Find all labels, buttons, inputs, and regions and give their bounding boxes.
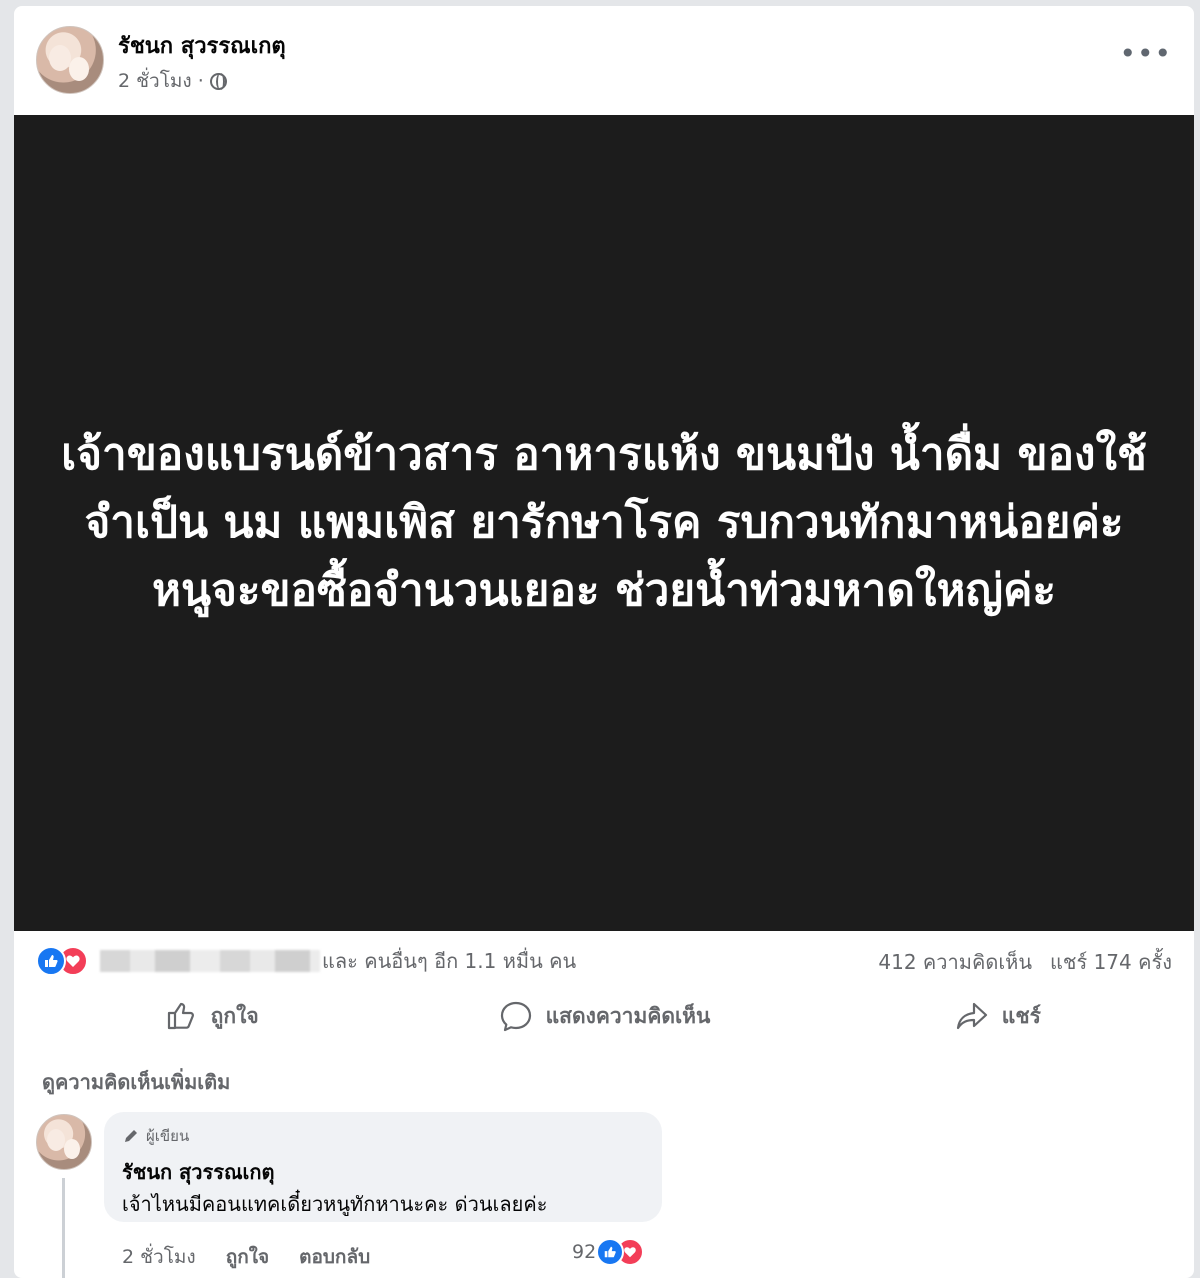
like-reaction-icon	[596, 1238, 625, 1266]
avatar-face	[49, 45, 71, 71]
comment-thread-line	[62, 1178, 65, 1278]
more-options-button[interactable]: •••	[1119, 40, 1172, 68]
author-badge-label: ผู้เขียน	[146, 1127, 190, 1145]
share-label: แชร์	[1001, 1003, 1041, 1028]
reaction-others-text: และ คนอื่นๆ อีก 1.1 หมื่น คน	[322, 949, 577, 973]
comment-reply-button[interactable]: ตอบกลับ	[299, 1242, 370, 1272]
comment-reactions[interactable]: 92	[572, 1238, 645, 1266]
commenter-avatar[interactable]	[36, 1114, 92, 1170]
post-header: รัชนก สุวรรณเกตุ 2 ชั่วโมง · •••	[14, 6, 1194, 114]
post-time[interactable]: 2 ชั่วโมง	[118, 66, 192, 96]
avatar-face	[69, 57, 89, 81]
comment-button[interactable]: แสดงความคิดเห็น	[407, 990, 800, 1042]
meta-separator: ·	[197, 70, 204, 92]
comment-text: เจ้าไหนมีคอนแทคเดี๋ยวหนูทักหานะคะ ด่วนเล…	[122, 1192, 548, 1216]
comment-time[interactable]: 2 ชั่วโมง	[122, 1242, 196, 1272]
comment-reaction-count: 92	[572, 1241, 597, 1263]
avatar-face	[47, 1129, 65, 1151]
post-card: รัชนก สุวรรณเกตุ 2 ชั่วโมง · ••• เจ้าของ…	[14, 6, 1194, 1278]
view-more-comments-link[interactable]: ดูความคิดเห็นเพิ่มเติม	[42, 1066, 230, 1098]
author-badge: ผู้เขียน	[122, 1124, 189, 1148]
comment-count[interactable]: 412 ความคิดเห็น	[878, 946, 1032, 978]
comment-actions: 2 ชั่วโมง ถูกใจ ตอบกลับ	[122, 1242, 370, 1272]
like-reaction-icon	[36, 946, 66, 976]
thumbs-up-icon	[167, 1002, 194, 1030]
comment-author[interactable]: รัชนก สุวรรณเกตุ	[122, 1156, 274, 1188]
like-label: ถูกใจ	[210, 1003, 259, 1028]
avatar-face	[64, 1139, 80, 1159]
post-text-image[interactable]: เจ้าของแบรนด์ข้าวสาร อาหารแห้ง ขนมปัง น้…	[14, 115, 1194, 931]
comment-bubble-icon	[500, 1001, 531, 1032]
share-button[interactable]: แชร์	[801, 990, 1194, 1042]
share-arrow-icon	[956, 1002, 987, 1030]
comment-like-button[interactable]: ถูกใจ	[226, 1242, 269, 1272]
globe-icon	[209, 72, 227, 90]
comment-bubble: ผู้เขียน รัชนก สุวรรณเกตุ เจ้าไหนมีคอนแท…	[104, 1112, 662, 1222]
share-count[interactable]: แชร์ 174 ครั้ง	[1050, 946, 1172, 978]
comment-label: แสดงความคิดเห็น	[545, 1003, 711, 1028]
action-bar: ถูกใจ แสดงความคิดเห็น แชร์	[14, 990, 1194, 1042]
post-image-text: เจ้าของแบรนด์ข้าวสาร อาหารแห้ง ขนมปัง น้…	[61, 429, 1147, 616]
blurred-names	[100, 950, 320, 972]
pen-icon	[125, 1130, 137, 1142]
engagement-stats: 412 ความคิดเห็น แชร์ 174 ครั้ง	[878, 946, 1172, 978]
author-name[interactable]: รัชนก สุวรรณเกตุ	[118, 28, 286, 63]
reaction-summary[interactable]: และ คนอื่นๆ อีก 1.1 หมื่น คน	[36, 944, 576, 978]
like-button[interactable]: ถูกใจ	[14, 990, 407, 1042]
post-meta: 2 ชั่วโมง ·	[118, 66, 227, 96]
author-avatar[interactable]	[36, 26, 104, 94]
